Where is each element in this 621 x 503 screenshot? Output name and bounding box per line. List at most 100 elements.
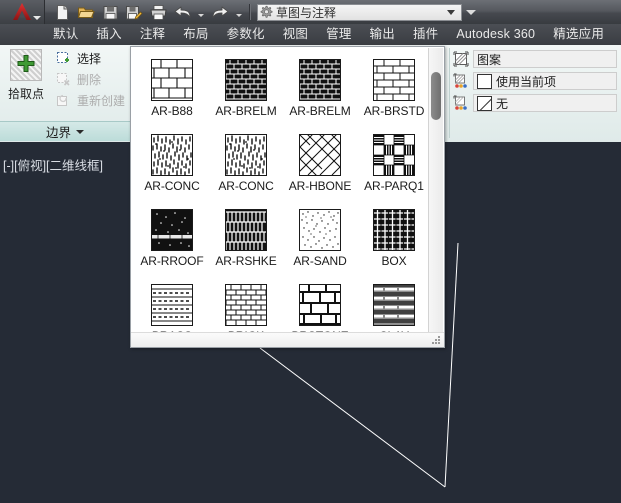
hatch-color-swatch[interactable]	[477, 74, 492, 89]
plot-button[interactable]	[147, 2, 169, 22]
hatch-pattern-label: 图案	[477, 51, 501, 68]
panel-properties: 图案 使用当前项	[450, 45, 621, 141]
ribbon-tab-bar: 默认 插入 注释 布局 参数化 视图 管理 输出 插件 Autodesk 360…	[0, 24, 621, 45]
viewport-control-label[interactable]: [-][俯视][二维线框]	[3, 155, 103, 174]
pattern-item-ar-hbone[interactable]: AR-HBONE	[283, 128, 357, 199]
leader-line-right	[445, 243, 458, 487]
recreate-boundary-icon	[56, 93, 72, 109]
pattern-swatch-ar-brelm-2	[299, 59, 341, 101]
pattern-swatch-brick	[225, 284, 267, 326]
tab-insert[interactable]: 插入	[87, 24, 130, 45]
pattern-label: AR-RROOF	[140, 254, 203, 268]
pattern-item-ar-brelm-1[interactable]: AR-BRELM	[209, 53, 283, 124]
undo-dropdown-icon[interactable]	[198, 14, 204, 17]
pattern-item-ar-brstd[interactable]: AR-BRSTD	[357, 53, 430, 124]
hatch-pattern-gallery[interactable]: AR-B88	[130, 46, 445, 348]
save-as-button[interactable]	[123, 2, 145, 22]
pattern-item-brick[interactable]: BRICK	[209, 278, 283, 333]
pattern-item-ar-conc-2[interactable]: AR-CONC	[209, 128, 283, 199]
open-file-button[interactable]	[75, 2, 97, 22]
tab-manage[interactable]: 管理	[317, 24, 360, 45]
save-button[interactable]	[99, 2, 121, 22]
undo-button[interactable]	[171, 2, 193, 22]
boundaries-panel-content: 拾取点 选择	[0, 45, 130, 121]
gear-icon	[258, 5, 274, 20]
chevron-down-icon[interactable]	[33, 16, 41, 20]
pattern-label: AR-BRELM	[215, 104, 276, 118]
workspace-switch-combobox[interactable]: 草图与注释	[257, 4, 462, 21]
boundaries-panel-title[interactable]: 边界	[0, 121, 130, 141]
qat-customize-button[interactable]	[465, 10, 477, 15]
redo-dropdown-icon[interactable]	[236, 14, 242, 17]
pattern-swatch-ar-brstd	[373, 59, 415, 101]
tab-output[interactable]: 输出	[361, 24, 404, 45]
pattern-swatch-ar-parq1	[373, 134, 415, 176]
resize-grip-icon[interactable]	[431, 335, 442, 346]
tab-annotate[interactable]: 注释	[131, 24, 174, 45]
leader-line-left	[260, 348, 445, 487]
pattern-gallery-scrollbar[interactable]	[428, 48, 443, 334]
pattern-swatch-box	[373, 209, 415, 251]
redo-button[interactable]	[209, 2, 231, 22]
hatch-background-label: 无	[496, 95, 508, 112]
hatch-color-row[interactable]: 使用当前项	[450, 70, 621, 92]
new-file-button[interactable]	[51, 2, 73, 22]
hatch-pattern-field[interactable]: 图案	[473, 50, 617, 68]
pattern-item-ar-conc-1[interactable]: AR-CONC	[135, 128, 209, 199]
hatch-pattern-row[interactable]: 图案	[450, 48, 621, 70]
qat-divider	[249, 4, 251, 20]
tab-addins[interactable]: 插件	[404, 24, 447, 45]
select-objects-button[interactable]: 选择	[56, 50, 130, 67]
hatch-color-field[interactable]: 使用当前项	[473, 72, 617, 90]
select-objects-icon	[56, 51, 72, 67]
tab-parametric[interactable]: 参数化	[218, 24, 274, 45]
tab-view[interactable]: 视图	[274, 24, 317, 45]
tab-autodesk-360[interactable]: Autodesk 360	[447, 24, 544, 45]
chevron-down-icon[interactable]	[76, 130, 84, 134]
pattern-swatch-ar-sand	[299, 209, 341, 251]
pattern-swatch-ar-conc-1	[151, 134, 193, 176]
boundary-command-list: 选择 删除	[52, 45, 130, 121]
remove-boundary-button[interactable]: 删除	[56, 71, 130, 88]
pattern-label: AR-CONC	[144, 179, 199, 193]
ribbon-tab-spacer	[0, 24, 44, 45]
pattern-gallery-footer	[131, 332, 444, 347]
pattern-swatch-clay	[373, 284, 415, 326]
remove-boundary-label: 删除	[77, 71, 101, 88]
pattern-item-box[interactable]: BOX	[357, 203, 430, 274]
qat-icon-group	[45, 2, 245, 22]
recreate-boundary-button[interactable]: 重新创建	[56, 92, 130, 109]
pick-points-button[interactable]: 拾取点	[0, 45, 52, 121]
hatch-background-swatch[interactable]	[477, 96, 492, 111]
application-menu-button[interactable]	[0, 0, 45, 24]
quick-access-toolbar: 草图与注释	[0, 0, 621, 24]
pattern-swatch-ar-brelm-1	[225, 59, 267, 101]
pattern-item-ar-brelm-2[interactable]: AR-BRELM	[283, 53, 357, 124]
pattern-item-ar-parq1[interactable]: AR-PARQ1	[357, 128, 430, 199]
pattern-item-clay[interactable]: CLAY	[357, 278, 430, 333]
tab-layout[interactable]: 布局	[174, 24, 217, 45]
hatch-background-row[interactable]: 无	[450, 92, 621, 114]
select-objects-label: 选择	[77, 50, 101, 67]
pattern-item-ar-sand[interactable]: AR-SAND	[283, 203, 357, 274]
pattern-label: AR-B88	[151, 104, 192, 118]
pattern-label: AR-RSHKE	[215, 254, 276, 268]
hatch-pattern-grid: AR-B88	[131, 47, 430, 333]
pattern-item-ar-rshke[interactable]: AR-RSHKE	[209, 203, 283, 274]
pattern-item-ar-rroof[interactable]: AR-RROOF	[135, 203, 209, 274]
pattern-swatch-brass	[151, 284, 193, 326]
pattern-item-brstone[interactable]: BRSTONE	[283, 278, 357, 333]
pick-points-plus-icon	[10, 49, 42, 81]
hatch-background-icon	[453, 95, 469, 111]
workspace-value: 草图与注释	[274, 4, 447, 21]
hatch-pattern-grid-viewport: AR-B88	[131, 47, 430, 333]
pattern-item-ar-b88[interactable]: AR-B88	[135, 53, 209, 124]
hatch-pattern-icon	[453, 51, 469, 67]
tab-default[interactable]: 默认	[44, 24, 87, 45]
pattern-gallery-scroll-thumb[interactable]	[431, 72, 441, 120]
hatch-background-field[interactable]: 无	[473, 94, 617, 112]
tab-featured-apps[interactable]: 精选应用	[544, 24, 613, 45]
pattern-item-brass[interactable]: BRASS	[135, 278, 209, 333]
remove-boundary-icon	[56, 72, 72, 88]
chevron-down-icon[interactable]	[447, 10, 455, 15]
